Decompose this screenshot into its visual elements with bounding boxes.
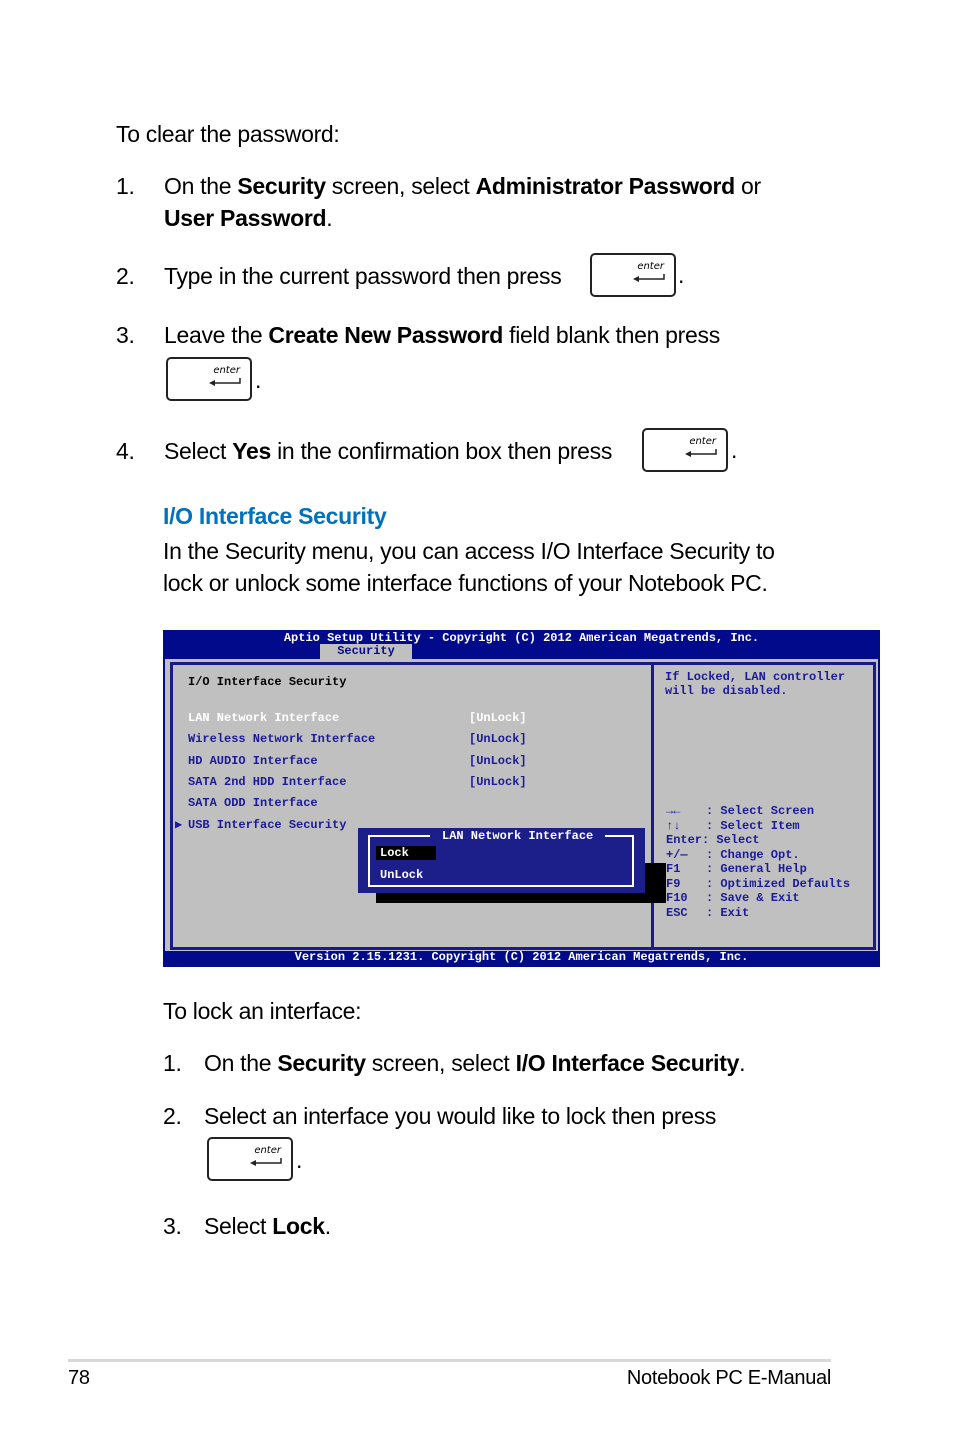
section-paragraph-line1: In the Security menu, you can access I/O… — [163, 538, 775, 564]
bios-item-lan-value[interactable]: [UnLock] — [469, 711, 527, 725]
popup-frame: LAN Network Interface Lock UnLock — [368, 829, 634, 887]
enter-key-label: enter — [254, 1145, 281, 1156]
section-heading: I/O Interface Security — [163, 503, 387, 529]
bios-title: Aptio Setup Utility - Copyright (C) 2012… — [283, 631, 760, 645]
bios-section-title: I/O Interface Security — [188, 675, 347, 689]
footer-divider — [68, 1359, 831, 1362]
period: . — [296, 1147, 303, 1173]
bios-item-hd-audio-value[interactable]: [UnLock] — [469, 754, 527, 768]
popup-option-lock[interactable]: Lock — [376, 846, 436, 860]
enter-key-label: enter — [637, 261, 664, 272]
clear-step-1-number: 1. — [116, 173, 135, 199]
enter-arrow-icon — [250, 1158, 282, 1166]
period: . — [731, 437, 738, 463]
bios-item-sata-hdd[interactable]: SATA 2nd HDD Interface — [188, 775, 346, 789]
popup-option-unlock[interactable]: UnLock — [380, 868, 423, 882]
key-help-change-opt: +/—: Change Opt. — [666, 848, 800, 862]
submenu-arrow-icon: ▶ — [175, 818, 183, 832]
enter-key-label: enter — [689, 436, 716, 447]
enter-arrow-icon — [209, 378, 241, 386]
lock-step-2: Select an interface you would like to lo… — [204, 1103, 717, 1129]
clear-step-2: Type in the current password then press — [164, 263, 562, 289]
enter-arrow-icon — [685, 449, 717, 457]
clear-step-4-number: 4. — [116, 438, 135, 464]
bios-item-wireless[interactable]: Wireless Network Interface — [188, 732, 375, 746]
key-help-optimized-defaults: F9: Optimized Defaults — [666, 877, 851, 891]
bios-body: I/O Interface Security LAN Network Inter… — [165, 659, 878, 951]
section-paragraph-line2: lock or unlock some interface functions … — [163, 570, 768, 596]
lock-step-3: Select Lock. — [204, 1213, 331, 1239]
lock-step-3-number: 3. — [163, 1213, 182, 1239]
key-help-select-screen: →←: Select Screen — [666, 804, 815, 818]
clear-step-1-line2: User Password. — [164, 205, 333, 231]
bios-item-usb[interactable]: USB Interface Security — [188, 818, 346, 832]
key-help-enter: Enter: Select — [666, 833, 760, 847]
bios-item-hd-audio[interactable]: HD AUDIO Interface — [188, 754, 318, 768]
bios-item-sata-odd[interactable]: SATA ODD Interface — [188, 796, 318, 810]
bios-item-wireless-value[interactable]: [UnLock] — [469, 732, 527, 746]
lock-step-2-number: 2. — [163, 1103, 182, 1129]
clear-password-intro: To clear the password: — [116, 121, 340, 147]
clear-step-4: Select Yes in the confirmation box then … — [164, 438, 613, 464]
clear-step-3-number: 3. — [116, 322, 135, 348]
period: . — [255, 367, 262, 393]
bios-item-sata-hdd-value[interactable]: [UnLock] — [469, 775, 527, 789]
bios-screenshot: Aptio Setup Utility - Copyright (C) 2012… — [163, 630, 880, 967]
key-help-general-help: F1: General Help — [666, 862, 807, 876]
enter-key-icon: enter — [642, 428, 728, 472]
enter-key-icon: enter — [166, 357, 252, 401]
tab-security[interactable]: Security — [320, 644, 412, 659]
key-help-exit: ESC: Exit — [666, 906, 750, 920]
clear-step-2-number: 2. — [116, 263, 135, 289]
bios-footer: Version 2.15.1231. Copyright (C) 2012 Am… — [294, 950, 749, 964]
popup-title: LAN Network Interface — [430, 829, 606, 843]
lock-step-1: On the Security screen, select I/O Inter… — [204, 1050, 746, 1076]
enter-key-icon: enter — [590, 253, 676, 297]
clear-step-3: Leave the Create New Password field blan… — [164, 322, 720, 348]
page-number: 78 — [68, 1367, 90, 1389]
enter-key-icon: enter — [207, 1137, 293, 1181]
lock-interface-intro: To lock an interface: — [163, 998, 362, 1024]
bios-item-lan[interactable]: LAN Network Interface — [188, 711, 339, 725]
manual-title: Notebook PC E-Manual — [626, 1367, 831, 1389]
enter-key-label: enter — [213, 365, 240, 376]
enter-arrow-icon — [633, 274, 665, 282]
help-text-line1: If Locked, LAN controller — [665, 670, 846, 684]
popup-dialog: LAN Network Interface Lock UnLock — [358, 828, 645, 893]
key-help-select-item: ↑↓: Select Item — [666, 819, 800, 833]
help-text-line2: will be disabled. — [665, 684, 788, 698]
key-help-save-exit: F10: Save & Exit — [666, 891, 800, 905]
clear-step-1: On the Security screen, select Administr… — [164, 173, 761, 199]
lock-step-1-number: 1. — [163, 1050, 182, 1076]
period: . — [678, 262, 685, 288]
